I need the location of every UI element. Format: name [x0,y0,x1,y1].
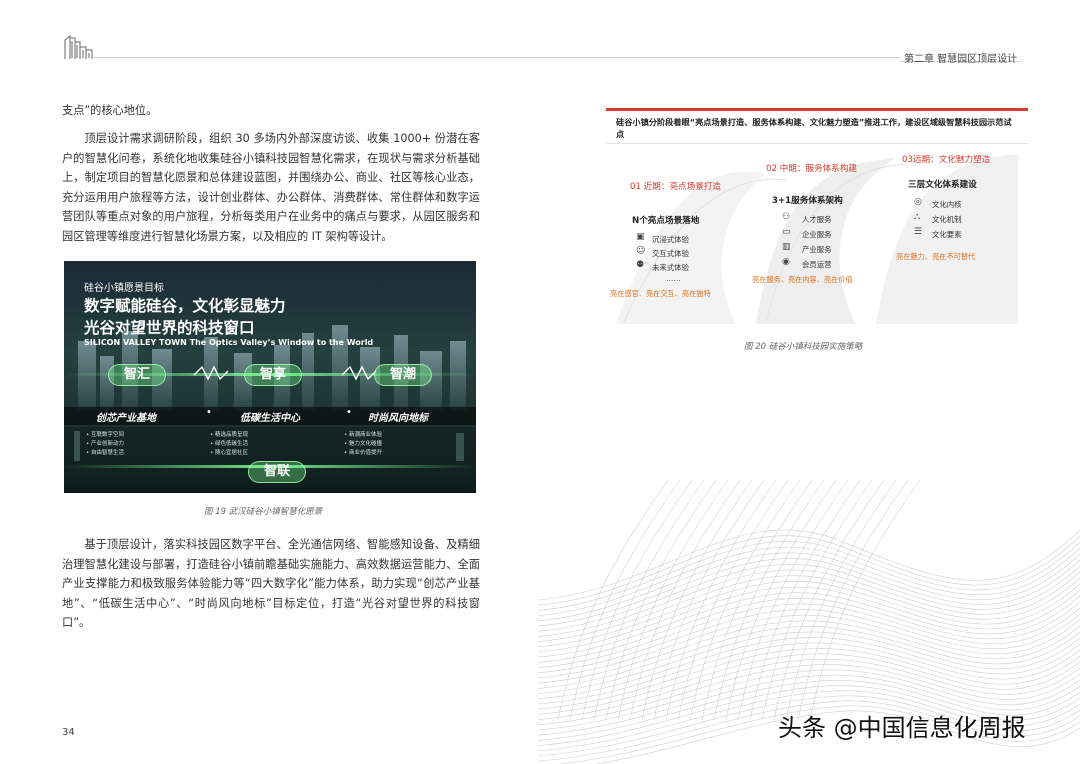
interactive-icon: ☺ [636,246,646,256]
chapter-title: 第二章 智慧园区顶层设计 [904,54,1018,65]
wave-line [569,479,681,721]
col2-note: 亮在服务、亮在内容、亮在价值 [752,275,853,284]
col3-item: 文化内核 [932,200,962,209]
col3-item: 文化要素 [932,230,962,239]
goal-fashion-landmark: 时尚风向地标 [368,413,428,424]
figure20-title: 硅谷小镇分阶段着眼“亮点场景打造、服务体系构建、文化魅力塑造”推进工作，建设区域… [616,117,1012,139]
paragraph-research: 顶层设计需求调研阶段，组织 30 多场内外部深度访谈、收集 1000+ 份潜在客… [62,132,480,243]
mini-item: • 魅力文化碰撞 [344,441,382,447]
mini-item: • 绿色低碳生活 [210,441,248,447]
watermark: 头条 @中国信息化周报 [778,714,1026,742]
col3-heading: 三层文化体系建设 [908,180,977,190]
figure-strategy-diagram: 硅谷小镇分阶段着眼“亮点场景打造、服务体系构建、文化魅力塑造”推进工作，建设区域… [606,108,1028,330]
stage-near-term: 01 近期：亮点场景打造 [630,182,722,192]
immersive-icon: ▣ [636,232,645,242]
wave-line [749,479,861,721]
figure19-caption: 图 19 武汉硅谷小镇智慧化愿景 [204,507,323,517]
wave-line [761,479,873,721]
wave-line [538,541,1080,611]
vision-title-line1: 数字赋能硅谷，文化彰显魅力 [84,297,286,315]
talent-icon: ⚇ [782,212,791,222]
col1-note: 亮在感官、亮在交互、亮在独特 [610,289,711,298]
wave-line [653,479,765,721]
stage-mid-term: 02 中期：服务体系构建 [766,164,858,174]
band-separator: • [346,407,352,418]
mini-item: • 产业创新动力 [86,441,124,447]
goal-lowcarbon: 低碳生活中心 [240,413,300,424]
culture-mechanism-icon: ⛬ [914,212,921,222]
wave-line [689,479,801,721]
wave-line [701,479,813,721]
col3-item: 文化机制 [932,215,962,224]
figure-vision-image: 硅谷小镇愿景目标 数字赋能硅谷，文化彰显魅力 光谷对望世界的科技窗口 SILIC… [64,261,476,493]
vision-title-line2: 光谷对望世界的科技窗口 [84,319,255,337]
pill-zhichao: 智潮 [374,364,432,386]
industry-icon: ▥ [782,242,791,252]
goal-chip-base: 创芯产业基地 [96,413,156,424]
page-number: 34 [62,727,75,738]
culture-core-icon: ◎ [914,197,922,207]
pill-zhixiang: 智享 [244,364,302,386]
future-icon: ⚉ [636,260,645,270]
vision-subtitle: 硅谷小镇愿景目标 [84,283,164,294]
member-icon: ◉ [782,257,790,267]
col1-heading: N个亮点场景落地 [632,216,700,226]
enterprise-icon: ▭ [782,227,791,237]
pill-zhilian: 智联 [248,461,306,483]
col2-item: 会员运营 [802,260,832,269]
header-rule [92,57,900,58]
building-logo-icon [64,34,93,59]
col2-item: 人才服务 [802,215,832,224]
mini-item: • 精选品质呈现 [210,432,248,438]
wave-line [797,479,909,721]
wave-line [629,479,741,721]
stage-long-term: 03远期：文化魅力塑造 [902,155,991,165]
col3-note: 亮在魅力、亮在不可替代 [896,252,976,261]
mini-item: • 商业价值提升 [344,450,382,456]
culture-elements-icon: ☰ [914,227,923,237]
col1-item: 交互式体验 [652,249,689,258]
mini-item: • 互联数字空间 [86,432,124,438]
col1-item: 沉浸式体验 [652,235,689,244]
col2-item: 企业服务 [802,230,832,239]
band-separator: • [206,407,212,418]
col2-heading: 3+1服务体系架构 [772,196,843,206]
wave-line [713,479,825,721]
col2-item: 产业服务 [802,245,832,254]
col1-ellipsis: …… [666,274,681,283]
mini-item: • 新潮商业体验 [344,432,382,438]
vision-english-title: SILICON VALLEY TOWN The Optics Valley’s … [84,338,374,347]
mini-item: • 自由智慧生活 [86,450,124,456]
pill-zhihui: 智汇 [108,364,166,386]
figure20-top-rule [606,108,1028,111]
paragraph-intro: 支点”的核心地位。 [62,104,158,117]
col1-item: 未来式体验 [652,263,689,272]
wave-line [538,529,1080,601]
figure20-caption: 图 20 硅谷小镇科技园实施策略 [744,342,863,352]
paragraph-implementation: 基于顶层设计，落实科技园区数字平台、全光通信网络、智能感知设备、及精细治理智慧化… [62,538,480,630]
wave-line [538,535,1080,606]
wave-line [605,479,717,721]
mini-item: • 随心宜居社区 [210,450,248,456]
